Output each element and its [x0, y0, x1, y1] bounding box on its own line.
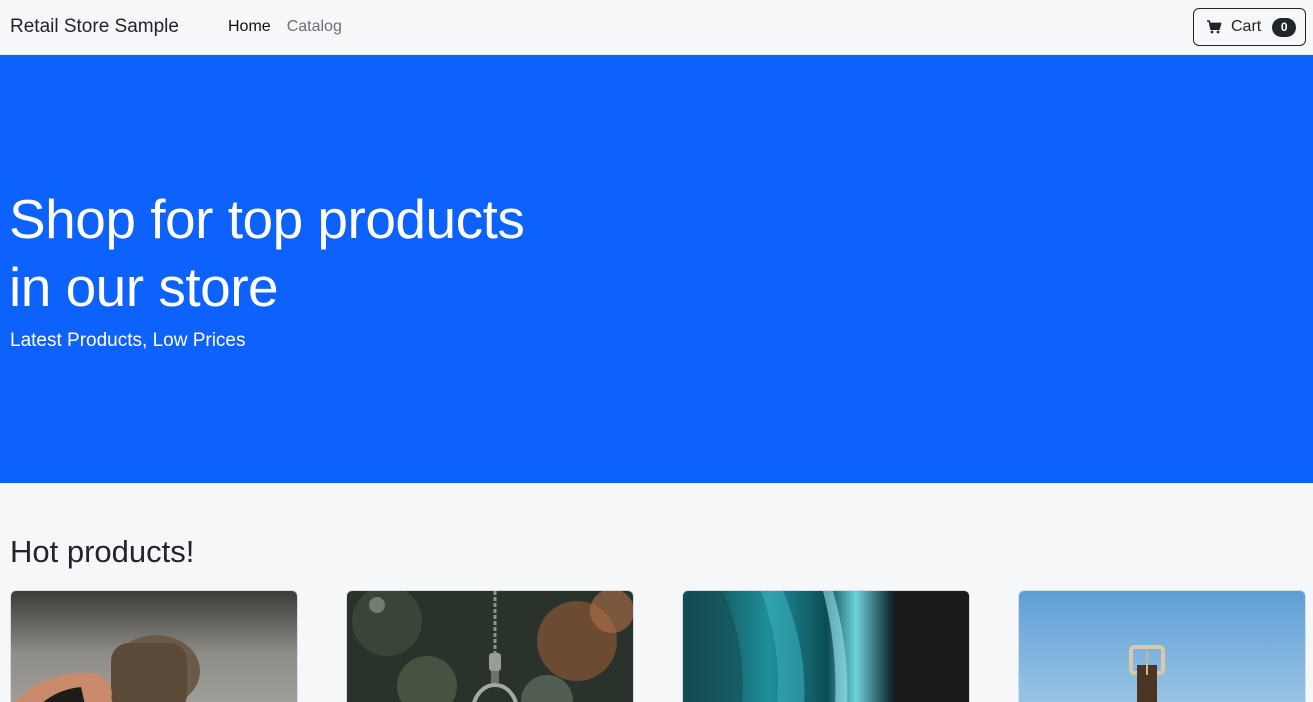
hero-title: Shop for top products in our store	[9, 188, 525, 318]
brand-link[interactable]: Retail Store Sample	[10, 15, 179, 39]
product-card[interactable]	[682, 590, 970, 702]
product-image	[347, 591, 633, 702]
cart-label: Cart	[1231, 18, 1262, 35]
product-image	[683, 591, 969, 702]
hot-products-title: Hot products!	[10, 534, 195, 569]
product-card[interactable]	[346, 590, 634, 702]
cart-button[interactable]: Cart 0	[1193, 8, 1306, 46]
nav-links: Home Catalog	[228, 17, 342, 37]
product-image	[1019, 591, 1305, 702]
cart-icon	[1206, 19, 1222, 35]
hero-banner: Shop for top products in our store Lates…	[0, 55, 1313, 483]
navbar: Retail Store Sample Home Catalog Cart 0	[0, 0, 1313, 55]
product-card[interactable]	[1018, 590, 1306, 702]
nav-link-catalog[interactable]: Catalog	[287, 17, 342, 37]
product-card[interactable]	[10, 590, 298, 702]
hero-subtitle: Latest Products, Low Prices	[10, 330, 246, 351]
product-image	[11, 591, 297, 702]
cart-count-badge: 0	[1272, 17, 1297, 37]
nav-link-home[interactable]: Home	[228, 17, 271, 37]
